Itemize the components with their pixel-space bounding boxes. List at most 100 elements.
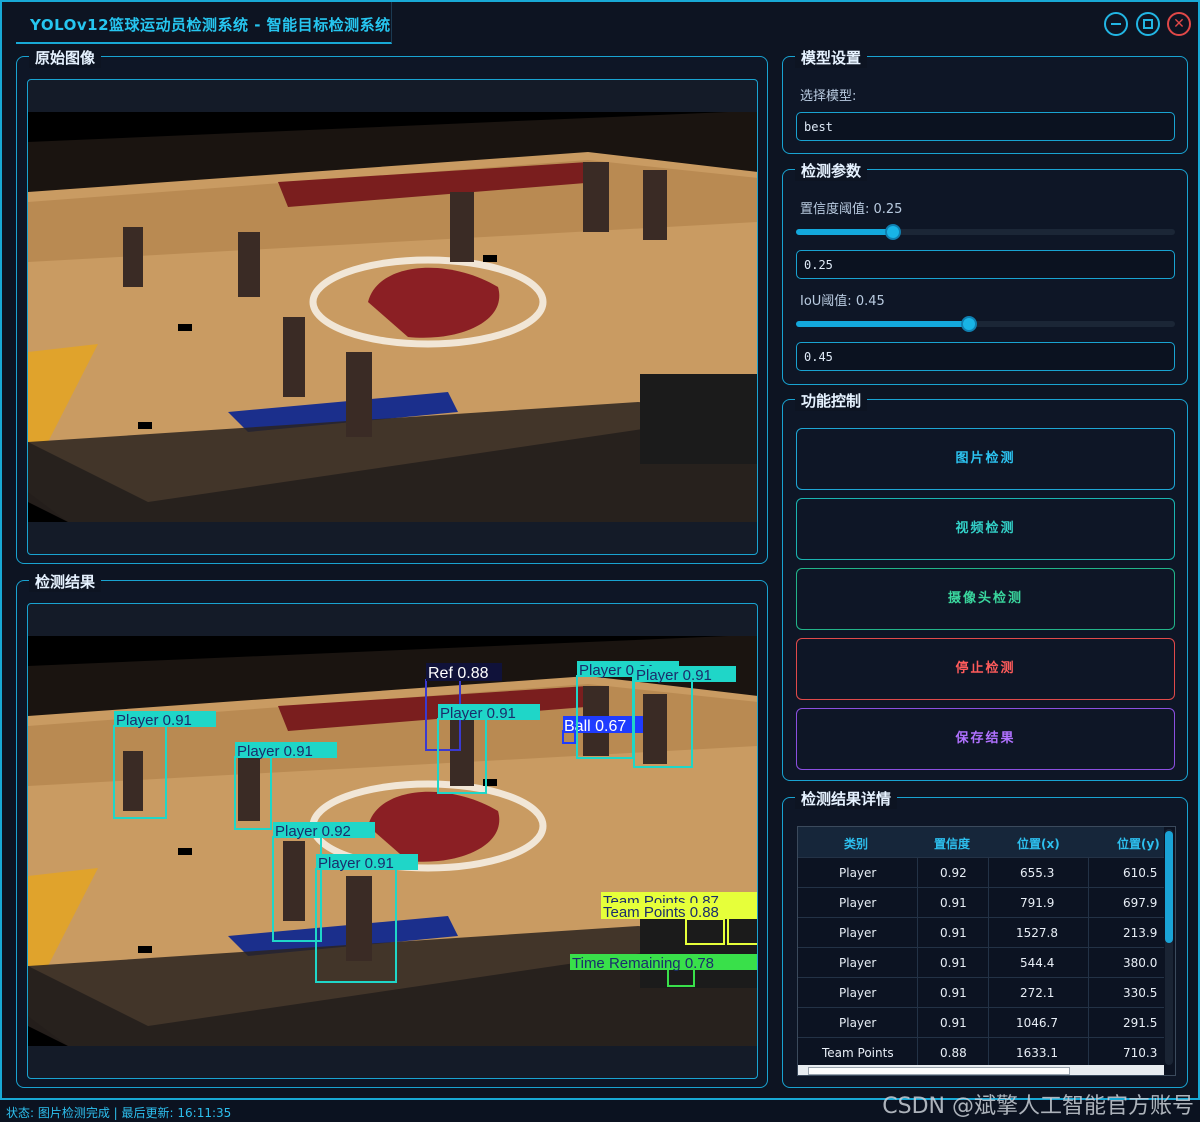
function-controls-title: 功能控制 <box>795 390 868 411</box>
column-header-class[interactable]: 类别 <box>844 835 868 852</box>
cell-x: 1046.7 <box>1016 1016 1058 1030</box>
maximize-button[interactable] <box>1136 12 1160 36</box>
cell-x: 791.9 <box>1020 896 1055 910</box>
iou-input[interactable]: 0.45 <box>796 342 1175 371</box>
detection-label: Ball 0.67 <box>564 718 626 735</box>
table-horizontal-scrollbar[interactable] <box>798 1065 1164 1075</box>
cell-confidence: 0.91 <box>940 1016 967 1030</box>
result-image-svg: Player 0.91 Player 0.91 Player 0.92 Play… <box>28 636 757 1046</box>
original-image-frame <box>27 79 758 555</box>
detection-label: Player 0.91 <box>636 667 712 684</box>
table-row[interactable]: Player 0.91 1046.7 291.5 <box>798 1007 1164 1037</box>
original-image-title: 原始图像 <box>29 47 102 68</box>
cell-x: 272.1 <box>1020 986 1055 1000</box>
detection-label: Player 0.92 <box>275 823 351 840</box>
table-row[interactable]: Team Points 0.88 1633.1 710.3 <box>798 1037 1164 1067</box>
cell-y: 330.5 <box>1123 986 1158 1000</box>
cell-y: 697.9 <box>1123 896 1158 910</box>
detection-params-panel: 检测参数 置信度阈值: 0.25 0.25 IoU阈值: 0.45 0.45 <box>782 160 1188 385</box>
detection-label: Player 0.91 <box>237 743 313 760</box>
result-image: Player 0.91 Player 0.91 Player 0.92 Play… <box>28 636 757 1046</box>
cell-class: Player <box>839 926 877 940</box>
cell-y: 610.5 <box>1123 866 1158 880</box>
table-vertical-scrollbar[interactable] <box>1165 829 1173 1065</box>
cell-x: 544.4 <box>1020 956 1055 970</box>
cell-x: 1633.1 <box>1016 1046 1058 1060</box>
image-detect-button[interactable]: 图片检测 <box>796 428 1175 490</box>
horizontal-scroll-thumb[interactable] <box>808 1067 1070 1075</box>
stop-detect-button[interactable]: 停止检测 <box>796 638 1175 700</box>
confidence-label: 置信度阈值: 0.25 <box>800 202 903 217</box>
confidence-slider-handle[interactable] <box>885 224 901 240</box>
iou-label: IoU阈值: 0.45 <box>800 294 885 309</box>
table-row[interactable]: Player 0.91 272.1 330.5 <box>798 977 1164 1007</box>
column-header-y[interactable]: 位置(y) <box>1117 835 1160 852</box>
column-header-confidence[interactable]: 置信度 <box>934 835 970 852</box>
table-row[interactable]: Player 0.91 1527.8 213.9 <box>798 917 1164 947</box>
detection-label: Player 0.91 <box>318 855 394 872</box>
model-settings-panel: 模型设置 选择模型: best <box>782 47 1188 154</box>
cell-class: Player <box>839 986 877 1000</box>
maximize-icon <box>1143 19 1153 29</box>
cell-x: 655.3 <box>1020 866 1055 880</box>
cell-y: 380.0 <box>1123 956 1158 970</box>
close-icon: ✕ <box>1173 16 1185 32</box>
result-image-frame: Player 0.91 Player 0.91 Player 0.92 Play… <box>27 603 758 1079</box>
app-title: YOLOv12篮球运动员检测系统 - 智能目标检测系统 <box>30 16 391 34</box>
confidence-input[interactable]: 0.25 <box>796 250 1175 279</box>
detection-label: Ref 0.88 <box>428 665 489 682</box>
confidence-slider[interactable] <box>796 224 1175 240</box>
watermark-text: CSDN @斌擎人工智能官方账号 <box>882 1094 1194 1119</box>
select-model-label: 选择模型: <box>800 89 857 104</box>
camera-detect-button[interactable]: 摄像头检测 <box>796 568 1175 630</box>
model-select[interactable]: best <box>796 112 1175 141</box>
cell-class: Team Points <box>822 1046 894 1060</box>
detection-result-title: 检测结果 <box>29 571 102 592</box>
original-image-panel: 原始图像 <box>16 47 768 564</box>
iou-slider-fill <box>796 321 967 327</box>
cell-class: Player <box>839 896 877 910</box>
original-image <box>28 112 757 522</box>
cell-confidence: 0.88 <box>940 1046 967 1060</box>
vertical-scroll-thumb[interactable] <box>1165 831 1173 943</box>
detection-label: Player 0.91 <box>440 705 516 722</box>
results-detail-panel: 检测结果详情 类别 置信度 位置(x) 位置(y) Player 0.92 65… <box>782 788 1188 1088</box>
title-tab: YOLOv12篮球运动员检测系统 - 智能目标检测系统 <box>16 2 392 44</box>
cell-class: Player <box>839 1016 877 1030</box>
app-window: YOLOv12篮球运动员检测系统 - 智能目标检测系统 ✕ 原始图像 检测结果 … <box>0 0 1200 1100</box>
cell-x: 1527.8 <box>1016 926 1058 940</box>
cell-confidence: 0.91 <box>940 956 967 970</box>
confidence-slider-fill <box>796 229 891 235</box>
cell-y: 213.9 <box>1123 926 1158 940</box>
cell-confidence: 0.91 <box>940 896 967 910</box>
table-row[interactable]: Player 0.91 791.9 697.9 <box>798 887 1164 917</box>
detection-label: Time Remaining 0.78 <box>572 955 714 972</box>
table-header: 类别 置信度 位置(x) 位置(y) <box>798 827 1164 857</box>
save-result-button[interactable]: 保存结果 <box>796 708 1175 770</box>
cell-confidence: 0.91 <box>940 926 967 940</box>
close-button[interactable]: ✕ <box>1167 12 1191 36</box>
cell-class: Player <box>839 866 877 880</box>
column-header-x[interactable]: 位置(x) <box>1017 835 1060 852</box>
iou-slider[interactable] <box>796 316 1175 332</box>
detection-label: Player 0.91 <box>116 712 192 729</box>
video-detect-button[interactable]: 视频检测 <box>796 498 1175 560</box>
results-detail-title: 检测结果详情 <box>795 788 898 809</box>
court-image-svg <box>28 112 757 522</box>
function-controls-panel: 功能控制 图片检测 视频检测 摄像头检测 停止检测 保存结果 <box>782 390 1188 781</box>
status-text: 状态: 图片检测完成 | 最后更新: 16:11:35 <box>6 1106 232 1120</box>
table-row[interactable]: Player 0.91 544.4 380.0 <box>798 947 1164 977</box>
detection-result-panel: 检测结果 Player 0.91 Player 0.91 Player 0.92… <box>16 571 768 1088</box>
minimize-button[interactable] <box>1104 12 1128 36</box>
minimize-icon <box>1111 23 1121 25</box>
iou-slider-handle[interactable] <box>961 316 977 332</box>
detection-label: Team Points 0.88 <box>603 904 719 921</box>
table-row[interactable]: Player 0.92 655.3 610.5 <box>798 857 1164 887</box>
cell-y: 291.5 <box>1123 1016 1158 1030</box>
model-settings-title: 模型设置 <box>795 47 868 68</box>
cell-class: Player <box>839 956 877 970</box>
detection-params-title: 检测参数 <box>795 160 868 181</box>
cell-confidence: 0.91 <box>940 986 967 1000</box>
cell-confidence: 0.92 <box>940 866 967 880</box>
cell-y: 710.3 <box>1123 1046 1158 1060</box>
